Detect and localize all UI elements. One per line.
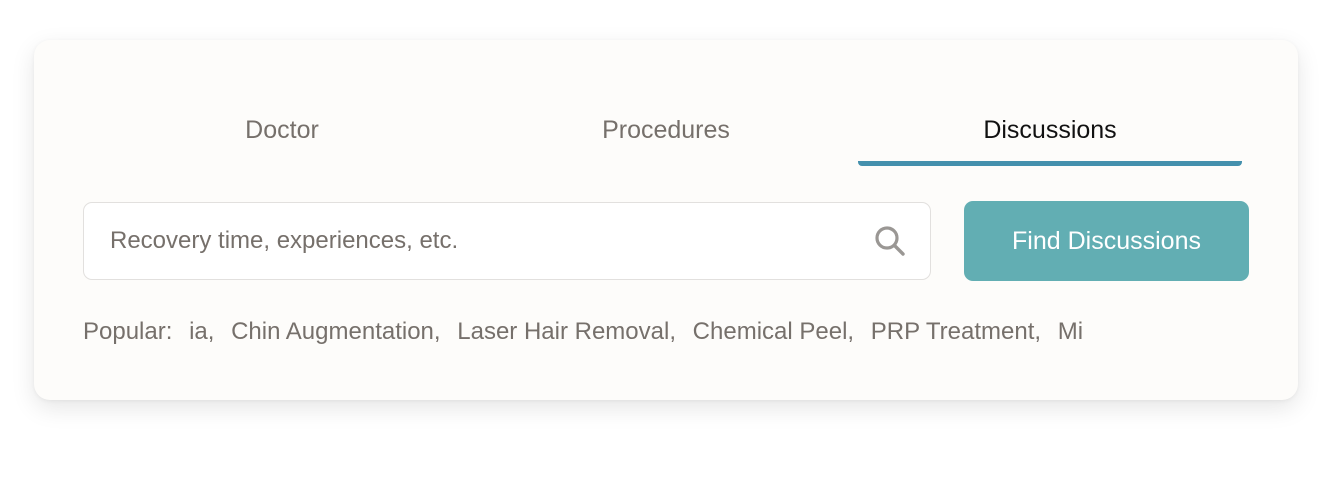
tab-doctor[interactable]: Doctor [90,110,474,166]
search-icon[interactable] [872,223,908,259]
search-box [83,202,931,280]
tab-bar: Doctor Procedures Discussions [90,110,1242,166]
tab-label: Procedures [602,116,730,144]
popular-label: Popular: [83,318,173,345]
popular-item[interactable]: Laser Hair Removal, [457,318,676,346]
popular-item[interactable]: ia, [189,318,214,346]
popular-item[interactable]: Chemical Peel, [693,318,854,346]
tab-label: Doctor [245,116,319,144]
search-card: Doctor Procedures Discussions Find Discu… [34,40,1298,400]
popular-item[interactable]: PRP Treatment, [871,318,1041,346]
tab-label: Discussions [983,116,1117,144]
popular-searches: Popular: ia, Chin Augmentation, Laser Ha… [83,318,1249,352]
popular-item[interactable]: Mi [1058,318,1083,346]
tab-discussions[interactable]: Discussions [858,110,1242,166]
popular-item[interactable]: Chin Augmentation, [231,318,440,346]
tab-procedures[interactable]: Procedures [474,110,858,166]
find-discussions-button[interactable]: Find Discussions [964,201,1249,281]
search-input[interactable] [108,226,852,256]
active-tab-indicator [858,161,1242,166]
